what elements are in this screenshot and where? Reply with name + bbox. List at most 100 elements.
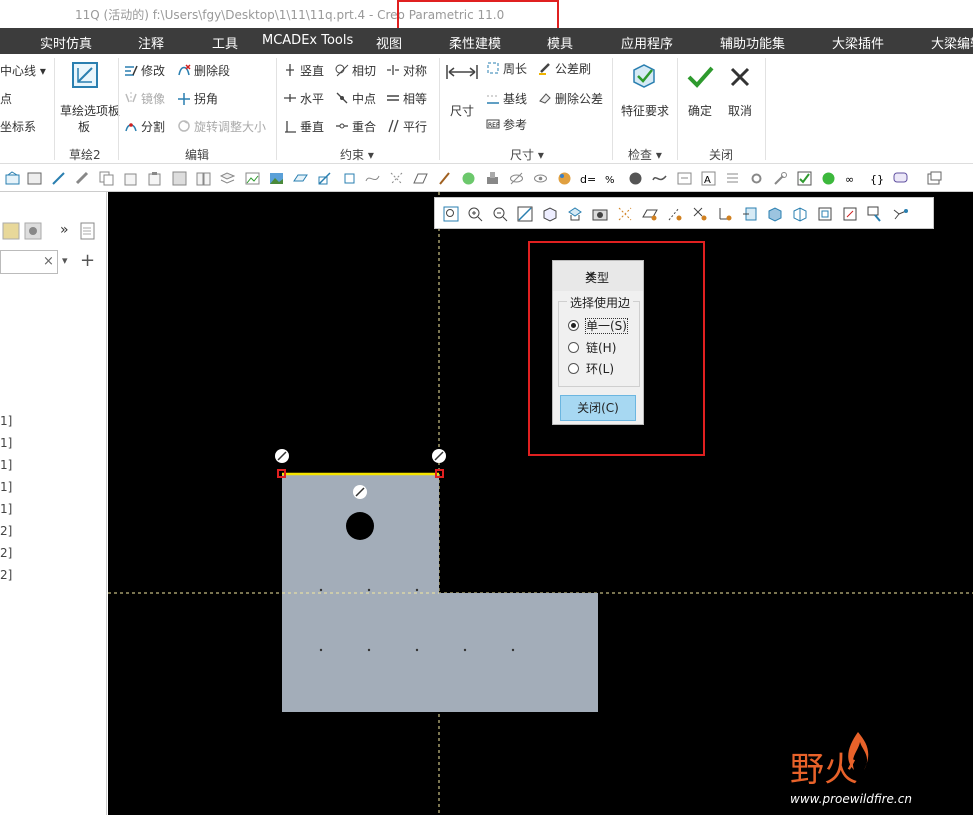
copy-icon[interactable] bbox=[99, 171, 114, 186]
perimeter-button[interactable]: 周长 bbox=[486, 60, 527, 77]
section-icon[interactable] bbox=[817, 206, 833, 222]
display-filter-icon[interactable] bbox=[867, 206, 883, 222]
tree-item[interactable]: 1] bbox=[0, 480, 12, 494]
menu-annotate[interactable]: 注释 bbox=[138, 33, 164, 52]
ok-button[interactable]: 确定 bbox=[688, 102, 712, 119]
menu-simulation[interactable]: 实时仿真 bbox=[40, 33, 92, 52]
menu-view[interactable]: 视图 bbox=[376, 33, 402, 52]
green-sphere-icon[interactable] bbox=[821, 171, 836, 186]
tree-item[interactable]: 1] bbox=[0, 502, 12, 516]
edit-handle-icon[interactable] bbox=[353, 485, 367, 499]
divide-button[interactable]: 分割 bbox=[124, 118, 165, 135]
sketch-view-icon[interactable] bbox=[5, 171, 20, 186]
list-icon[interactable] bbox=[725, 171, 740, 186]
hole[interactable] bbox=[346, 512, 374, 540]
point-icon[interactable] bbox=[342, 171, 357, 186]
edit-handle-icon[interactable] bbox=[275, 449, 289, 463]
check-box-icon[interactable] bbox=[797, 171, 812, 186]
ruler-icon[interactable] bbox=[75, 171, 90, 186]
delete-tolerance-button[interactable]: 删除公差 bbox=[538, 90, 603, 107]
dimension-button[interactable]: 尺寸 bbox=[450, 102, 474, 119]
dimension-icon[interactable] bbox=[446, 64, 478, 80]
paste-icon[interactable] bbox=[123, 171, 138, 186]
sketch-palette-icon[interactable] bbox=[70, 60, 100, 90]
reference-button[interactable]: REF 参考 bbox=[486, 116, 527, 133]
tree-view-icon[interactable] bbox=[2, 222, 20, 240]
shade-icon[interactable] bbox=[628, 171, 643, 186]
menu-applications[interactable]: 应用程序 bbox=[621, 33, 673, 52]
centerline-button[interactable]: 中心线 ▾ bbox=[0, 62, 46, 79]
point-display-icon[interactable] bbox=[692, 206, 708, 222]
csys-display-icon[interactable] bbox=[717, 206, 733, 222]
sketch-display-icon[interactable] bbox=[892, 206, 908, 222]
measure-icon[interactable] bbox=[51, 171, 66, 186]
spin-center-icon[interactable] bbox=[742, 206, 758, 222]
intersect-icon[interactable] bbox=[389, 171, 404, 186]
check-icon[interactable] bbox=[686, 64, 714, 90]
part-profile[interactable] bbox=[282, 474, 598, 712]
tolerance-brush-button[interactable]: 公差刷 bbox=[538, 60, 591, 77]
settings-icon[interactable] bbox=[749, 171, 764, 186]
comment-icon[interactable] bbox=[893, 171, 908, 186]
tree-item[interactable]: 1] bbox=[0, 414, 12, 428]
cancel-button[interactable]: 取消 bbox=[728, 102, 752, 119]
window-icon[interactable] bbox=[927, 171, 942, 186]
mirror-button[interactable]: 镜像 bbox=[124, 90, 165, 107]
zoom-out-icon[interactable] bbox=[492, 206, 508, 222]
feature-requirements-icon[interactable] bbox=[629, 62, 659, 92]
edit-handle-icon[interactable] bbox=[432, 449, 446, 463]
saved-orientations-icon[interactable] bbox=[567, 206, 583, 222]
display-icon[interactable] bbox=[27, 171, 42, 186]
coordinate-system-button[interactable]: 坐标系 bbox=[0, 118, 36, 135]
tree-item[interactable]: 1] bbox=[0, 436, 12, 450]
dimension-display-icon[interactable]: d= bbox=[580, 171, 596, 186]
perpendicular-constraint-button[interactable]: 垂直 bbox=[283, 118, 324, 135]
midpoint-constraint-button[interactable]: 中点 bbox=[335, 90, 376, 107]
landscape-icon[interactable] bbox=[269, 171, 284, 186]
sketch-orient-icon[interactable] bbox=[842, 206, 858, 222]
sketch-palette-button[interactable]: 草绘选项板 bbox=[60, 102, 120, 119]
delete-segment-button[interactable]: 删除段 bbox=[177, 62, 230, 79]
parallel-constraint-button[interactable]: 平行 bbox=[386, 118, 427, 135]
appearance-icon[interactable] bbox=[557, 171, 572, 186]
menu-beam-edit[interactable]: 大梁编辑 bbox=[931, 33, 973, 52]
tree-item[interactable]: 2] bbox=[0, 568, 12, 582]
zoom-in-icon[interactable] bbox=[467, 206, 483, 222]
camera-icon[interactable] bbox=[592, 206, 608, 222]
menu-beam-plugin[interactable]: 大梁插件 bbox=[832, 33, 884, 52]
add-icon[interactable]: + bbox=[80, 250, 95, 271]
corner-button[interactable]: 拐角 bbox=[177, 90, 218, 107]
feature-requirements-button[interactable]: 特征要求 bbox=[621, 102, 669, 119]
more-panels-button[interactable]: » bbox=[60, 222, 69, 238]
box-icon[interactable] bbox=[172, 171, 187, 186]
wave-icon[interactable] bbox=[652, 171, 667, 186]
tree-item[interactable]: 1] bbox=[0, 458, 12, 472]
chevron-down-icon[interactable]: ▾ bbox=[62, 254, 68, 267]
tangent-constraint-button[interactable]: 相切 bbox=[335, 62, 376, 79]
wireframe-icon[interactable] bbox=[792, 206, 808, 222]
repaint-icon[interactable] bbox=[517, 206, 533, 222]
infinity-icon[interactable]: ∞ bbox=[845, 171, 860, 186]
percent-icon[interactable]: % bbox=[605, 171, 620, 186]
sphere-icon[interactable] bbox=[461, 171, 476, 186]
parallelogram-icon[interactable] bbox=[413, 171, 428, 186]
paste-special-icon[interactable] bbox=[147, 171, 162, 186]
axis-display-icon[interactable] bbox=[667, 206, 683, 222]
pencil-icon[interactable] bbox=[437, 171, 452, 186]
image-icon[interactable] bbox=[245, 171, 260, 186]
arrow-box-icon[interactable] bbox=[677, 171, 692, 186]
tree-search-input[interactable]: × bbox=[0, 250, 58, 274]
menu-mold[interactable]: 模具 bbox=[547, 33, 573, 52]
layer-view-icon[interactable] bbox=[24, 222, 42, 240]
clear-search-icon[interactable]: × bbox=[43, 254, 54, 269]
stamp-icon[interactable] bbox=[485, 171, 500, 186]
shaded-icon[interactable] bbox=[767, 206, 783, 222]
baseline-button[interactable]: 基线 bbox=[486, 90, 527, 107]
eye-icon[interactable] bbox=[533, 171, 548, 186]
text-icon[interactable]: A bbox=[701, 171, 716, 186]
document-icon[interactable] bbox=[80, 222, 96, 240]
rotate-resize-button[interactable]: 旋转调整大小 bbox=[177, 118, 266, 135]
plane-icon[interactable] bbox=[293, 171, 308, 186]
refit-icon[interactable] bbox=[443, 206, 459, 222]
coincident-constraint-button[interactable]: 重合 bbox=[335, 118, 376, 135]
